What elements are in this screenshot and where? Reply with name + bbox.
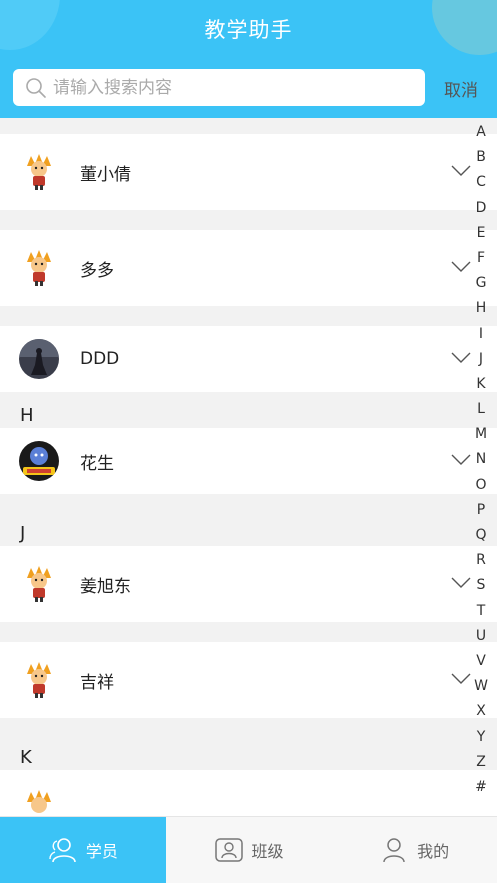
- index-letter[interactable]: P: [477, 498, 485, 523]
- cartoon-avatar-icon: [19, 152, 59, 192]
- contact-name: 多多: [80, 260, 114, 281]
- student-list[interactable]: 董小倩 多多 DDD H 花生 J 姜旭东 吉祥 K: [0, 118, 497, 816]
- class-icon: [214, 838, 243, 862]
- index-letter[interactable]: T: [477, 599, 486, 624]
- index-letter[interactable]: M: [475, 422, 487, 447]
- search-input[interactable]: [53, 77, 393, 98]
- index-letter[interactable]: C: [476, 170, 486, 195]
- chevron-down-icon[interactable]: [451, 164, 471, 178]
- profile-icon: [383, 838, 405, 863]
- avatar: [19, 248, 59, 288]
- chevron-down-icon[interactable]: [451, 453, 471, 467]
- tab-class[interactable]: 班级: [166, 817, 332, 883]
- contact-name: 董小倩: [80, 164, 131, 185]
- avatar: [19, 441, 59, 481]
- index-letter[interactable]: S: [477, 573, 486, 598]
- index-letter[interactable]: E: [477, 221, 486, 246]
- avatar: [19, 564, 59, 604]
- index-letter[interactable]: V: [476, 649, 486, 674]
- chevron-down-icon[interactable]: [451, 576, 471, 590]
- students-icon: [49, 838, 76, 863]
- index-letter[interactable]: #: [475, 775, 487, 800]
- section-header: K: [0, 718, 497, 770]
- list-item[interactable]: DDD: [0, 326, 497, 392]
- list-item[interactable]: 董小倩: [0, 134, 497, 210]
- search-bar[interactable]: [13, 69, 425, 106]
- index-letter[interactable]: A: [476, 120, 486, 145]
- tab-label: 班级: [251, 842, 284, 861]
- cartoon-avatar-icon: [19, 564, 59, 604]
- tab-label: 我的: [417, 842, 450, 861]
- list-item[interactable]: 多多: [0, 230, 497, 306]
- index-letter[interactable]: N: [476, 447, 486, 472]
- chevron-down-icon[interactable]: [451, 260, 471, 274]
- contact-name: 花生: [80, 453, 114, 474]
- list-item[interactable]: [0, 770, 497, 816]
- index-letter[interactable]: G: [476, 271, 487, 296]
- game-avatar-icon: [19, 441, 59, 481]
- index-letter[interactable]: Q: [475, 523, 486, 548]
- photo-avatar-icon: [19, 339, 59, 379]
- bottom-tab-bar: 学员 班级 我的: [0, 816, 497, 883]
- index-letter[interactable]: D: [476, 196, 487, 221]
- avatar: [19, 339, 59, 379]
- index-letter[interactable]: W: [474, 674, 488, 699]
- alphabet-index-bar[interactable]: A B C D E F G H I J K L M N O P Q R S T …: [471, 120, 491, 800]
- index-letter[interactable]: L: [477, 397, 485, 422]
- cartoon-avatar-icon: [19, 248, 59, 288]
- chevron-down-icon[interactable]: [451, 351, 471, 365]
- cancel-button[interactable]: 取消: [444, 76, 478, 101]
- section-header: J: [0, 494, 497, 546]
- index-letter[interactable]: I: [479, 322, 483, 347]
- tab-students[interactable]: 学员: [0, 817, 166, 883]
- index-letter[interactable]: U: [476, 624, 486, 649]
- section-header: H: [0, 392, 497, 428]
- index-letter[interactable]: K: [476, 372, 485, 397]
- list-item[interactable]: 吉祥: [0, 642, 497, 718]
- chevron-down-icon[interactable]: [451, 672, 471, 686]
- index-letter[interactable]: O: [475, 473, 486, 498]
- index-letter[interactable]: J: [479, 347, 483, 372]
- index-letter[interactable]: Z: [476, 750, 486, 775]
- tab-mine[interactable]: 我的: [331, 817, 497, 883]
- app-header: 教学助手 取消: [0, 0, 497, 118]
- index-letter[interactable]: H: [476, 296, 487, 321]
- index-letter[interactable]: R: [476, 548, 486, 573]
- avatar: [19, 152, 59, 192]
- cartoon-avatar-icon: [19, 660, 59, 700]
- search-icon: [26, 77, 46, 98]
- avatar: [19, 788, 59, 816]
- tab-label: 学员: [85, 842, 118, 861]
- index-letter[interactable]: B: [476, 145, 486, 170]
- list-item[interactable]: 姜旭东: [0, 546, 497, 622]
- index-letter[interactable]: Y: [477, 725, 486, 750]
- contact-name: 吉祥: [80, 672, 114, 693]
- list-item[interactable]: 花生: [0, 428, 497, 494]
- index-letter[interactable]: X: [476, 699, 486, 724]
- avatar: [19, 660, 59, 700]
- contact-name: 姜旭东: [80, 576, 131, 597]
- page-title: 教学助手: [204, 18, 293, 42]
- contact-name: DDD: [80, 349, 120, 369]
- cartoon-avatar-icon: [19, 788, 59, 816]
- index-letter[interactable]: F: [477, 246, 485, 271]
